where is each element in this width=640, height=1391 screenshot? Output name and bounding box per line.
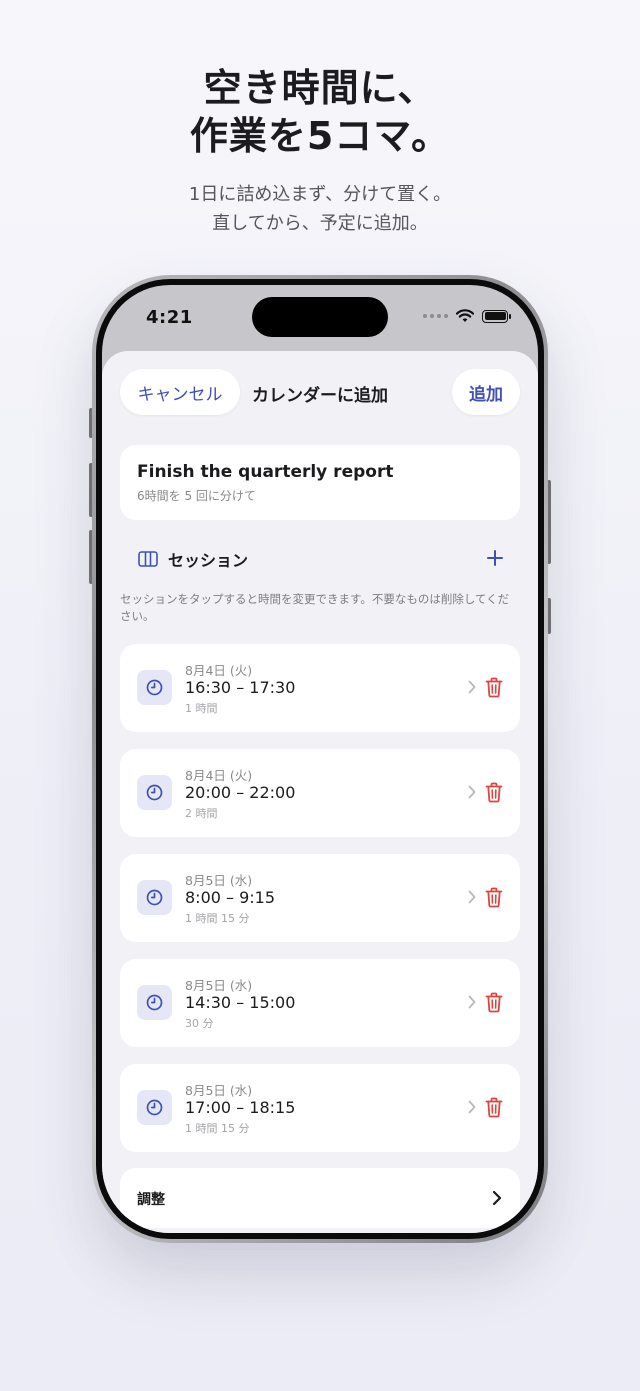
session-card[interactable]: 8月5日 (水) 8:00 – 9:15 1 時間 15 分 [120, 854, 520, 942]
session-date: 8月5日 (水) [185, 978, 253, 993]
session-card[interactable]: 8月4日 (火) 20:00 – 22:00 2 時間 [120, 749, 520, 837]
promo-headline-line1: 空き時間に、 [203, 66, 437, 110]
session-card[interactable]: 8月5日 (水) 14:30 – 15:00 30 分 [120, 959, 520, 1047]
session-date: 8月5日 (水) [185, 873, 253, 888]
clock-icon [137, 670, 172, 705]
plus-icon[interactable] [486, 549, 504, 567]
chevron-right-icon [468, 785, 476, 799]
sessions-title: セッション [168, 551, 249, 570]
promo-headline: 空き時間に、 作業を5コマ。 [0, 64, 640, 160]
trash-icon[interactable] [485, 1097, 503, 1118]
session-date: 8月4日 (火) [185, 768, 253, 783]
session-duration: 30 分 [185, 1017, 214, 1030]
phone-frame: 4:21 キャンセル カレンダーに追加 追加 Finish the quarte… [92, 275, 548, 1243]
session-date: 8月4日 (火) [185, 663, 253, 678]
promo-sub-line1: 1日に詰め込まず、分けて置く。 [188, 184, 452, 205]
trash-icon[interactable] [485, 677, 503, 698]
columns-icon [138, 551, 158, 567]
session-time: 14:30 – 15:00 [185, 993, 296, 1012]
clock-icon [137, 985, 172, 1020]
trash-icon[interactable] [485, 887, 503, 908]
session-card[interactable]: 8月5日 (水) 17:00 – 18:15 1 時間 15 分 [120, 1064, 520, 1152]
status-time: 4:21 [146, 307, 193, 328]
battery-icon [482, 309, 511, 323]
session-time: 20:00 – 22:00 [185, 783, 296, 802]
add-to-calendar-sheet: キャンセル カレンダーに追加 追加 Finish the quarterly r… [102, 351, 538, 1233]
add-button[interactable]: 追加 [452, 369, 520, 415]
adjust-label: 調整 [137, 1192, 165, 1208]
session-card[interactable]: 8月4日 (火) 16:30 – 17:30 1 時間 [120, 644, 520, 732]
clock-icon [137, 1090, 172, 1125]
clock-icon [137, 775, 172, 810]
cellular-signal-icon [423, 314, 448, 318]
phone-screen: 4:21 キャンセル カレンダーに追加 追加 Finish the quarte… [102, 285, 538, 1233]
chevron-right-icon [468, 680, 476, 694]
cancel-button[interactable]: キャンセル [120, 369, 240, 415]
dynamic-island [252, 297, 388, 337]
session-duration: 1 時間 [185, 702, 218, 715]
session-time: 16:30 – 17:30 [185, 678, 296, 697]
trash-icon[interactable] [485, 992, 503, 1013]
session-duration: 1 時間 15 分 [185, 912, 250, 925]
promo-headline-line2: 作業を5コマ。 [189, 114, 451, 158]
session-duration: 2 時間 [185, 807, 218, 820]
adjust-row[interactable]: 調整 [120, 1168, 520, 1228]
session-date: 8月5日 (水) [185, 1083, 253, 1098]
clock-icon [137, 880, 172, 915]
chevron-right-icon [468, 890, 476, 904]
session-time: 8:00 – 9:15 [185, 888, 276, 907]
chevron-right-icon [492, 1190, 502, 1206]
session-duration: 1 時間 15 分 [185, 1122, 250, 1135]
sessions-header: セッション [138, 547, 248, 571]
wifi-icon [456, 309, 474, 322]
chevron-right-icon [468, 995, 476, 1009]
task-subtitle: 6時間を 5 回に分けて [137, 489, 256, 503]
trash-icon[interactable] [485, 782, 503, 803]
task-title: Finish the quarterly report [137, 462, 394, 482]
status-icons [423, 309, 511, 323]
task-card: Finish the quarterly report 6時間を 5 回に分けて [120, 445, 520, 520]
sheet-title: カレンダーに追加 [252, 386, 388, 406]
phone-bezel: 4:21 キャンセル カレンダーに追加 追加 Finish the quarte… [96, 279, 544, 1239]
sessions-hint: セッションをタップすると時間を変更できます。不要なものは削除してください。 [120, 592, 510, 623]
session-time: 17:00 – 18:15 [185, 1098, 296, 1117]
promo-sub-line2: 直してから、予定に追加。 [212, 213, 428, 234]
chevron-right-icon [468, 1100, 476, 1114]
promo-subhead: 1日に詰め込まず、分けて置く。 直してから、予定に追加。 [0, 180, 640, 238]
